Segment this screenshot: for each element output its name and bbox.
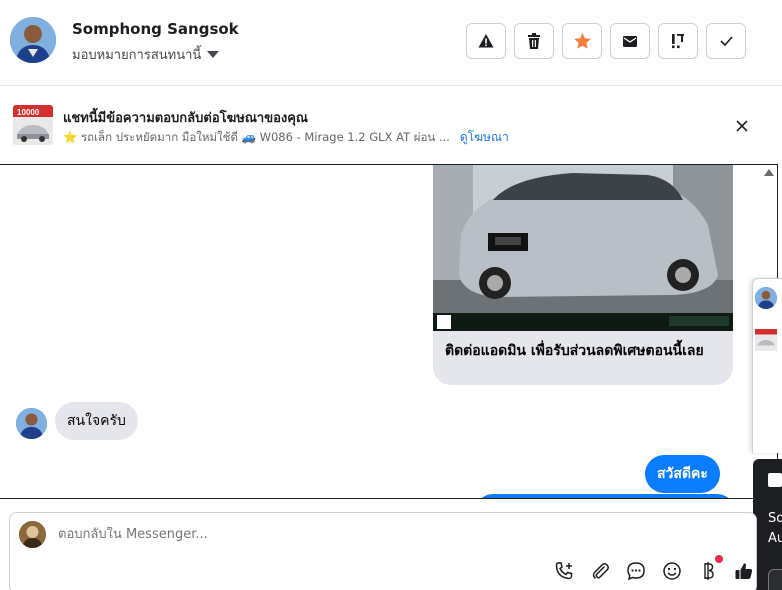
ad-message-card[interactable]: ติดต่อแอดมิน เพื่อรับส่วนลดพิเศษตอนนี้เล… — [433, 165, 733, 385]
star-icon — [573, 33, 591, 49]
trash-icon — [528, 33, 540, 49]
incoming-message[interactable]: สนใจครับ — [55, 402, 138, 440]
ad-card-caption: ติดต่อแอดมิน เพื่อรับส่วนลดพิเศษตอนนี้เล… — [445, 343, 704, 359]
contact-avatar[interactable] — [10, 17, 56, 63]
conversation-toolbar — [466, 23, 746, 59]
conversation-header: Somphong Sangsok มอบหมายการสนทนานี้ — [0, 0, 782, 86]
caret-down-icon — [207, 51, 220, 58]
saved-replies-button[interactable] — [624, 559, 647, 582]
ad-reply-banner: 10000 แชทนี้มีข้อความตอบกลับต่อโฆษณาของค… — [0, 87, 782, 164]
star-button[interactable] — [562, 23, 602, 59]
mark-unread-button[interactable] — [610, 23, 650, 59]
notification-popup[interactable]: So Au — [753, 459, 782, 590]
payment-icon — [703, 561, 714, 580]
composer-actions — [552, 555, 755, 582]
notification-dot — [715, 555, 723, 563]
envelope-icon — [623, 35, 637, 47]
svg-text:10000: 10000 — [17, 108, 40, 117]
side-ad-thumbnail[interactable] — [755, 329, 777, 351]
side-contact-avatar[interactable] — [755, 287, 777, 309]
car-photo — [433, 165, 733, 331]
exclamation-icon — [672, 34, 684, 49]
attach-button[interactable] — [588, 559, 611, 582]
outgoing-message[interactable]: สวัสดีคะ — [645, 455, 720, 493]
scroll-up-arrow-icon[interactable] — [764, 169, 774, 176]
assign-conversation-dropdown[interactable]: มอบหมายการสนทนานี้ — [72, 44, 220, 65]
ad-banner-title: แชทนี้มีข้อความตอบกลับต่อโฆษณาของคุณ — [63, 111, 308, 126]
mark-done-button[interactable] — [706, 23, 746, 59]
assign-label: มอบหมายการสนทนานี้ — [72, 48, 202, 63]
close-banner-button[interactable] — [734, 118, 750, 134]
ad-thumbnail: 10000 — [13, 105, 53, 145]
follow-up-button[interactable] — [658, 23, 698, 59]
close-icon — [736, 120, 748, 132]
ad-banner-description-row: ⭐ รถเล็ก ประหยัดมาก มือใหม่ใช้ดี 🚙 W086 … — [63, 128, 509, 147]
warning-triangle-icon — [478, 34, 494, 48]
side-chat-list — [752, 278, 782, 453]
delete-button[interactable] — [514, 23, 554, 59]
popup-text-line1: So — [768, 511, 782, 526]
contact-name: Somphong Sangsok — [72, 20, 239, 38]
reply-input[interactable] — [58, 527, 708, 542]
thumbs-up-icon — [735, 562, 752, 579]
report-spam-button[interactable] — [466, 23, 506, 59]
page-avatar — [19, 521, 46, 548]
popup-action-button[interactable] — [768, 569, 782, 590]
saved-reply-icon — [626, 561, 645, 580]
like-button[interactable] — [732, 559, 755, 582]
emoji-button[interactable] — [660, 559, 683, 582]
emoji-icon — [662, 561, 681, 580]
checkmark-icon — [719, 36, 733, 46]
reply-composer — [9, 512, 757, 590]
call-button[interactable] — [552, 559, 575, 582]
view-ad-link[interactable]: ดูโฆษณา — [460, 128, 509, 147]
ad-banner-description: ⭐ รถเล็ก ประหยัดมาก มือใหม่ใช้ดี 🚙 W086 … — [63, 129, 450, 144]
popup-icon — [768, 473, 782, 487]
sender-avatar[interactable] — [16, 408, 47, 439]
inbox-conversation-view: Somphong Sangsok มอบหมายการสนทนานี้ 1000… — [0, 0, 782, 590]
outgoing-message-partial[interactable] — [475, 494, 735, 498]
message-thread[interactable]: ติดต่อแอดมิน เพื่อรับส่วนลดพิเศษตอนนี้เล… — [0, 164, 778, 499]
payment-button[interactable] — [696, 555, 723, 582]
popup-text-line2: Au — [768, 531, 782, 546]
paperclip-icon — [592, 562, 609, 579]
phone-add-icon — [555, 561, 572, 579]
